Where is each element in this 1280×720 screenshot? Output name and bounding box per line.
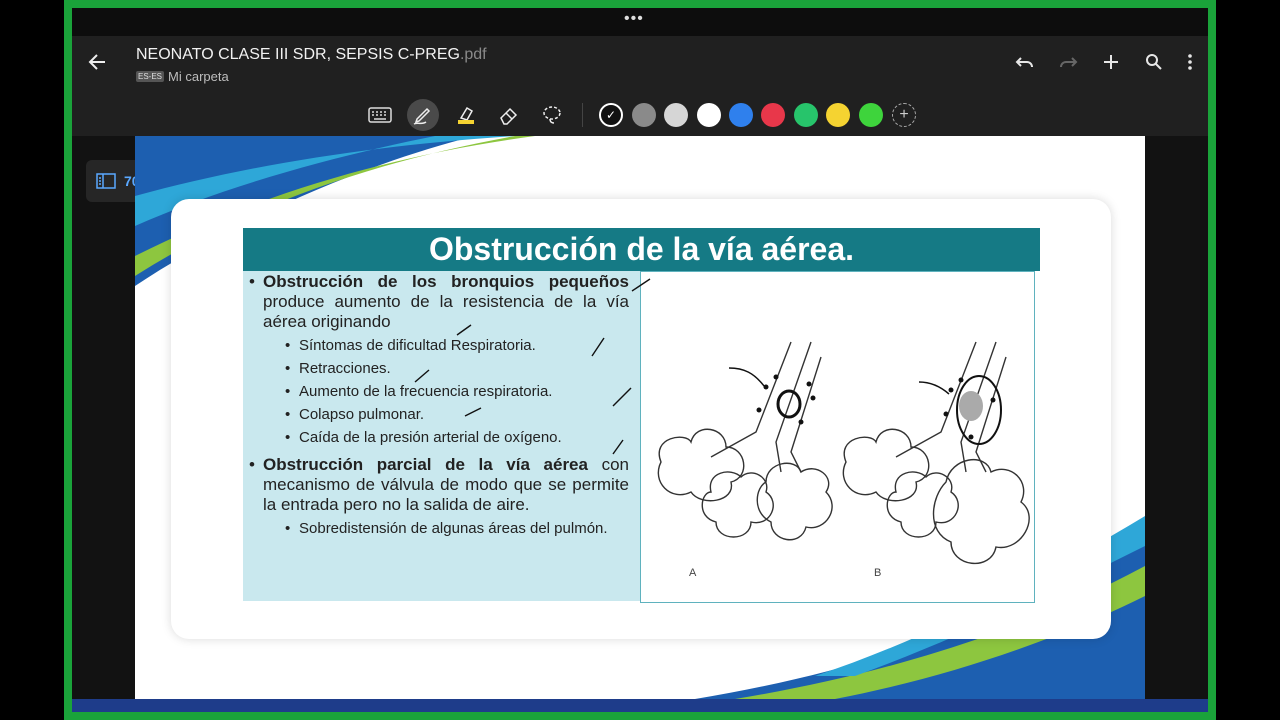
highlighter-icon: [458, 106, 474, 124]
undo-button[interactable]: [1012, 52, 1038, 78]
more-options-button[interactable]: [1177, 52, 1203, 78]
pdf-page: Obstrucción de la vía aérea. A B • Obstr…: [135, 136, 1145, 699]
app-bar: NEONATO CLASE III SDR, SEPSIS C-PREG.pdf…: [72, 36, 1208, 94]
toolbar-divider: [582, 103, 583, 127]
highlighter-tool[interactable]: [450, 99, 482, 131]
color-swatch-yellow[interactable]: [826, 103, 850, 127]
document-title: NEONATO CLASE III SDR, SEPSIS C-PREG.pdf: [136, 46, 487, 64]
window-handle[interactable]: •••: [624, 10, 644, 28]
back-button[interactable]: [84, 52, 110, 78]
thumbnails-icon: [96, 173, 116, 189]
pen-tool[interactable]: [407, 99, 439, 131]
color-swatch-white[interactable]: [697, 103, 721, 127]
color-swatch-black[interactable]: ✓: [599, 103, 623, 127]
document-name: NEONATO CLASE III SDR, SEPSIS C-PREG: [136, 46, 460, 63]
handwritten-ink-marks: [414, 278, 651, 455]
color-swatch-green[interactable]: [794, 103, 818, 127]
arrow-left-icon: [88, 54, 105, 70]
eraser-tool[interactable]: [493, 99, 525, 131]
status-bar: •••: [72, 8, 1208, 36]
search-button[interactable]: [1141, 52, 1167, 78]
page-bottom-edge: [72, 699, 1208, 712]
video-frame: ••• NEONATO CLASE III SDR, SEPSIS C-PREG…: [0, 0, 1280, 720]
keyboard-tool[interactable]: [364, 99, 396, 131]
tablet-screen: ••• NEONATO CLASE III SDR, SEPSIS C-PREG…: [72, 8, 1208, 712]
checkmark-icon: ✓: [605, 108, 617, 122]
add-button[interactable]: [1098, 52, 1124, 78]
annotation-toolbar: ✓ +: [72, 94, 1208, 136]
add-color-button[interactable]: +: [892, 103, 916, 127]
color-swatch-blue[interactable]: [729, 103, 753, 127]
folder-name: Mi carpeta: [168, 69, 229, 84]
keyboard-icon: [368, 107, 392, 123]
color-swatch-gray[interactable]: [632, 103, 656, 127]
lasso-icon: [543, 106, 561, 124]
color-swatch-red[interactable]: [761, 103, 785, 127]
folder-path[interactable]: ES-ES Mi carpeta: [136, 69, 229, 84]
pen-icon: [413, 107, 431, 125]
eraser-icon: [500, 107, 518, 125]
document-viewport[interactable]: 70/168 Obstrucción de la vía aérea.: [72, 136, 1208, 712]
lasso-tool[interactable]: [536, 99, 568, 131]
redo-button[interactable]: [1055, 52, 1081, 78]
language-badge: ES-ES: [136, 71, 165, 82]
search-icon: [1146, 54, 1162, 70]
undo-icon: [1015, 57, 1033, 68]
color-swatch-light-gray[interactable]: [664, 103, 688, 127]
redo-icon: [1060, 57, 1078, 68]
plus-icon: [1104, 55, 1118, 69]
more-vertical-icon: [1188, 54, 1192, 70]
document-extension: .pdf: [459, 46, 487, 63]
color-swatch-bright-green[interactable]: [859, 103, 883, 127]
